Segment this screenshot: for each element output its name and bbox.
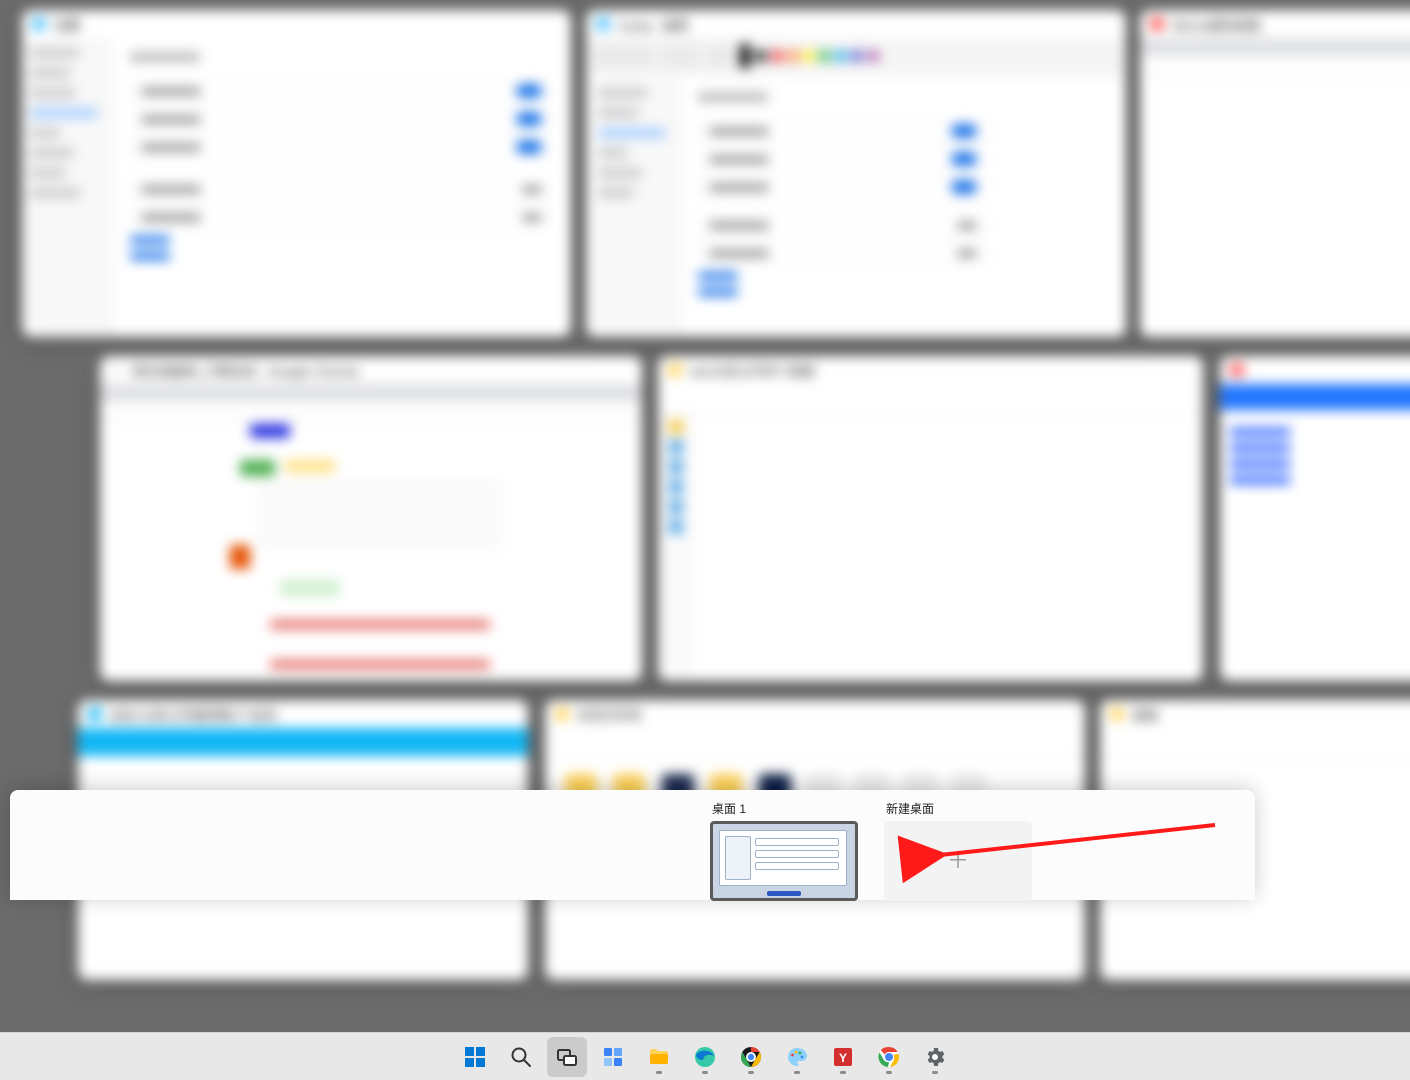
new-desktop-button[interactable]: ＋: [884, 821, 1032, 901]
settings-content: [112, 38, 571, 274]
search-button[interactable]: [501, 1037, 541, 1077]
chrome-canary-button[interactable]: [731, 1037, 771, 1077]
window-title: 现在准备网_只需动动 - Google Chrome: [132, 361, 360, 380]
yinxiang-icon: Y: [831, 1045, 855, 1069]
settings-button[interactable]: [915, 1037, 955, 1077]
folder-icon: [1110, 707, 1124, 721]
virtual-desktop-new-label: 新建桌面: [886, 800, 1032, 817]
chrome-icon: [1150, 17, 1164, 31]
virtual-desktops-bar: 桌面 1 新建桌面 ＋: [10, 790, 1255, 900]
settings-icon: [32, 17, 46, 31]
app-icon: [1230, 363, 1244, 377]
chrome-button[interactable]: [869, 1037, 909, 1077]
chrome-canary-icon: [739, 1045, 763, 1069]
palette-icon: [785, 1045, 809, 1069]
taskview-window-partial[interactable]: [1220, 356, 1410, 681]
window-title: 任务文件夹: [577, 705, 642, 724]
widgets-button[interactable]: [593, 1037, 633, 1077]
folder-icon: [555, 707, 569, 721]
qq-icon: [88, 707, 102, 721]
edge-button[interactable]: [685, 1037, 725, 1077]
paint-icon: [596, 17, 610, 31]
window-title: 会话 头条公开推荐第2个会员: [110, 705, 277, 724]
folder-icon: [668, 363, 682, 377]
window-title: 设置: [54, 15, 80, 34]
blur-strip: [0, 902, 1410, 1032]
gear-icon: [923, 1045, 947, 1069]
virtual-desktop-new[interactable]: 新建桌面 ＋: [884, 800, 1032, 901]
paint-button[interactable]: [777, 1037, 817, 1077]
taskview-window-paint[interactable]: 3.png - 画图: [586, 10, 1126, 337]
taskview-window-settings[interactable]: 设置: [22, 10, 571, 337]
file-explorer-button[interactable]: [639, 1037, 679, 1077]
virtual-desktop-thumbnail[interactable]: [710, 821, 858, 901]
taskview-window-chrome[interactable]: 现在准备网_只需动动 - Google Chrome: [100, 356, 642, 681]
folder-icon: [647, 1045, 671, 1069]
task-view-button[interactable]: [547, 1037, 587, 1077]
window-title: win10怎么开多个桌面: [690, 361, 815, 380]
chrome-icon: [110, 363, 124, 377]
chrome-icon: [877, 1045, 901, 1069]
settings-sidebar: [22, 38, 112, 337]
yinxiang-button[interactable]: Y: [823, 1037, 863, 1077]
window-title: Win10虚拟桌面: [1172, 15, 1261, 34]
plus-icon: ＋: [947, 850, 969, 872]
virtual-desktop-current[interactable]: 桌面 1: [710, 800, 858, 901]
svg-text:Y: Y: [839, 1051, 847, 1065]
search-icon: [509, 1045, 533, 1069]
widgets-icon: [601, 1045, 625, 1069]
virtual-desktop-label: 桌面 1: [712, 800, 858, 817]
paint-ribbon: [586, 38, 1126, 74]
window-title: 3.png - 画图: [618, 15, 688, 34]
edge-icon: [693, 1045, 717, 1069]
task-view-icon: [555, 1045, 579, 1069]
taskview-window-explorer1[interactable]: win10怎么开多个桌面: [658, 356, 1203, 681]
windows-icon: [463, 1045, 487, 1069]
taskbar: Y: [0, 1032, 1410, 1080]
taskview-window-chromeext[interactable]: Win10虚拟桌面: [1140, 10, 1410, 337]
window-title: 桌面: [1132, 705, 1158, 724]
start-button[interactable]: [455, 1037, 495, 1077]
